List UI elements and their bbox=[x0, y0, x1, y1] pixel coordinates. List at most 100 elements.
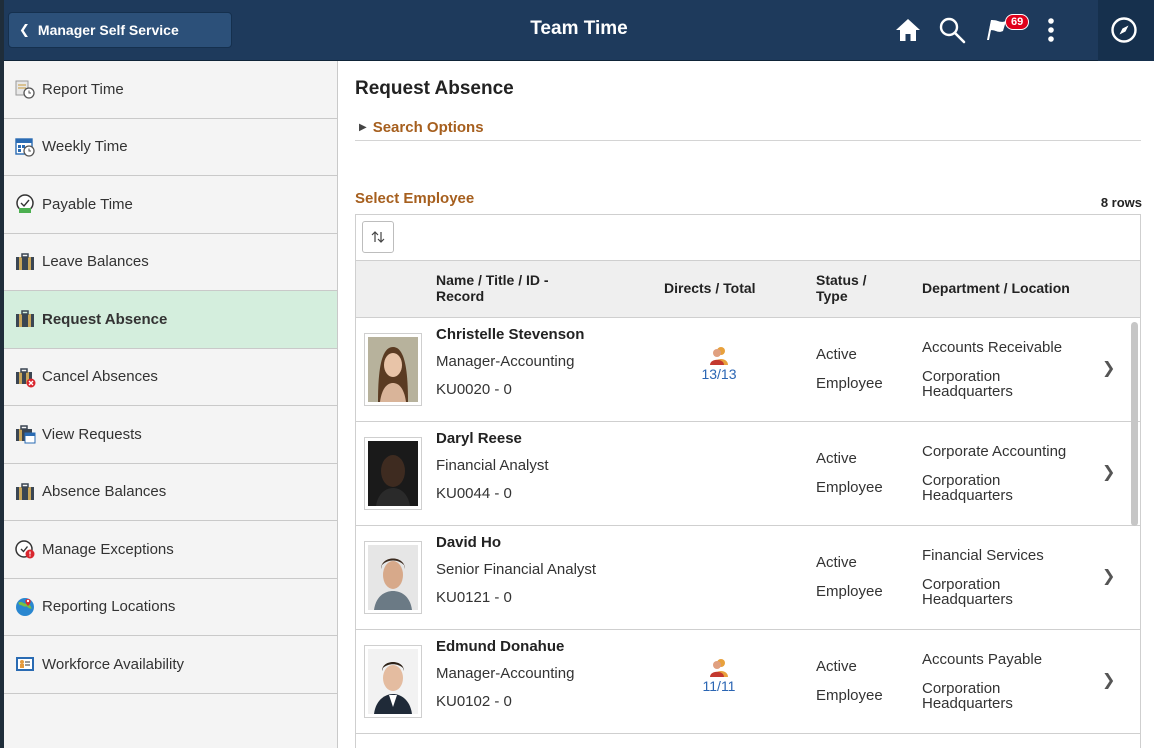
main-content: Request Absence ▶ Search Options Select E… bbox=[339, 61, 1154, 748]
direct-reports-icon bbox=[710, 659, 728, 677]
employee-id: KU0044 - 0 bbox=[436, 485, 512, 502]
employee-type: Employee bbox=[816, 687, 883, 704]
chevron-right-icon[interactable]: ❯ bbox=[1102, 358, 1115, 378]
employee-type: Employee bbox=[816, 375, 883, 392]
table-row[interactable]: Edmund Donahue Manager-Accounting KU0102… bbox=[356, 630, 1140, 734]
table-row[interactable]: David Ho Senior Financial Analyst KU0121… bbox=[356, 526, 1140, 630]
navbar-button[interactable] bbox=[1098, 0, 1154, 61]
triangle-right-icon: ▶ bbox=[359, 122, 367, 133]
exceptions-clock-icon bbox=[15, 540, 35, 559]
chevron-right-icon[interactable]: ❯ bbox=[1102, 462, 1115, 482]
sidebar-item-label: Weekly Time bbox=[42, 138, 128, 156]
employee-location: Corporation Headquarters bbox=[922, 576, 1013, 608]
chevron-right-icon[interactable]: ❯ bbox=[1102, 670, 1115, 690]
directs-total-link[interactable]: 11/11 bbox=[694, 678, 744, 694]
directs-total: 13/13 bbox=[694, 344, 744, 382]
rows-count: 8 rows bbox=[1100, 195, 1142, 210]
employee-id: KU0102 - 0 bbox=[436, 693, 512, 710]
employee-status: Active bbox=[816, 346, 857, 363]
sidebar-item-label: Cancel Absences bbox=[42, 368, 158, 386]
navbar-compass-icon bbox=[1110, 16, 1138, 44]
page-title: Request Absence bbox=[355, 78, 514, 99]
employee-type: Employee bbox=[816, 479, 883, 496]
employee-photo bbox=[364, 333, 422, 406]
section-divider bbox=[355, 140, 1141, 141]
briefcase-icon bbox=[16, 310, 34, 328]
home-icon[interactable] bbox=[894, 16, 922, 44]
left-navigation-panel: Report Time Weekly Time Payable Time Lea… bbox=[4, 61, 338, 748]
sidebar-item-absence-balances[interactable]: Absence Balances bbox=[4, 464, 337, 521]
search-options-label: Search Options bbox=[372, 119, 484, 136]
payable-time-icon bbox=[16, 194, 34, 214]
employee-status: Active bbox=[816, 554, 857, 571]
employee-department: Accounts Payable bbox=[922, 651, 1043, 668]
table-row[interactable]: Christelle Stevenson Manager-Accounting … bbox=[356, 318, 1140, 422]
employee-name: Edmund Donahue bbox=[436, 638, 565, 655]
sidebar-item-leave-balances[interactable]: Leave Balances bbox=[4, 234, 337, 291]
directs-total: 11/11 bbox=[694, 656, 744, 694]
sidebar-item-payable-time[interactable]: Payable Time bbox=[4, 176, 337, 234]
employee-name: Christelle Stevenson bbox=[436, 326, 585, 343]
sidebar-item-report-time[interactable]: Report Time bbox=[4, 61, 337, 119]
table-row[interactable]: Daryl Reese Financial Analyst KU0044 - 0… bbox=[356, 422, 1140, 526]
grid-header: Name / Title / ID - Record Directs / Tot… bbox=[356, 261, 1140, 318]
employee-title: Senior Financial Analyst bbox=[436, 561, 597, 578]
employee-status: Active bbox=[816, 658, 857, 675]
workforce-availability-icon bbox=[16, 657, 34, 672]
sidebar-item-label: Workforce Availability bbox=[42, 655, 185, 673]
sidebar-item-label: Leave Balances bbox=[42, 253, 149, 271]
employee-location: Corporation Headquarters bbox=[922, 680, 1013, 712]
sidebar-item-reporting-locations[interactable]: Reporting Locations bbox=[4, 579, 337, 636]
briefcase-icon bbox=[16, 483, 34, 500]
search-options-toggle[interactable]: ▶ Search Options bbox=[359, 119, 484, 136]
notification-count-badge: 69 bbox=[1005, 14, 1030, 30]
employee-department: Corporate Accounting bbox=[922, 443, 1067, 460]
sort-arrows-icon bbox=[371, 231, 385, 243]
column-header-department: Department / Location bbox=[922, 280, 1070, 296]
employee-grid: Name / Title / ID - Record Directs / Tot… bbox=[355, 214, 1141, 748]
weekly-calendar-icon bbox=[15, 138, 35, 157]
grid-toolbar bbox=[356, 215, 1140, 261]
sidebar-item-label: Report Time bbox=[42, 80, 124, 98]
employee-title: Manager-Accounting bbox=[436, 353, 575, 370]
employee-type: Employee bbox=[816, 583, 883, 600]
employee-id: KU0020 - 0 bbox=[436, 381, 512, 398]
sidebar-item-workforce-availability[interactable]: Workforce Availability bbox=[4, 636, 337, 694]
sidebar-item-label: Request Absence bbox=[42, 310, 168, 328]
chevron-right-icon[interactable]: ❯ bbox=[1102, 566, 1115, 586]
sidebar-item-manage-exceptions[interactable]: Manage Exceptions bbox=[4, 521, 337, 579]
employee-name: David Ho bbox=[436, 534, 502, 551]
direct-reports-icon bbox=[710, 347, 728, 365]
sidebar-item-weekly-time[interactable]: Weekly Time bbox=[4, 119, 337, 176]
employee-department: Financial Services bbox=[922, 547, 1044, 564]
directs-total-link[interactable]: 13/13 bbox=[694, 366, 744, 382]
employee-location: Corporation Headquarters bbox=[922, 368, 1013, 400]
sidebar-item-view-requests[interactable]: View Requests bbox=[4, 406, 337, 464]
globe-pin-icon bbox=[16, 597, 34, 616]
grid-scrollbar[interactable] bbox=[1131, 322, 1138, 526]
top-banner: ❮ Manager Self Service Team Time 69 bbox=[4, 0, 1154, 61]
sort-button[interactable] bbox=[362, 221, 394, 253]
sidebar-item-request-absence[interactable]: Request Absence bbox=[4, 291, 337, 349]
search-icon[interactable] bbox=[938, 16, 966, 44]
employee-name: Daryl Reese bbox=[436, 430, 522, 447]
employee-title: Financial Analyst bbox=[436, 457, 549, 474]
grid-title: Select Employee bbox=[355, 190, 475, 207]
column-header-name: Name / Title / ID - Record bbox=[436, 272, 549, 304]
report-time-icon bbox=[15, 80, 35, 99]
more-actions-icon[interactable] bbox=[1037, 16, 1065, 44]
employee-location: Corporation Headquarters bbox=[922, 472, 1013, 504]
employee-title: Manager-Accounting bbox=[436, 665, 575, 682]
briefcase-calendar-icon bbox=[16, 425, 36, 444]
sidebar-item-cancel-absences[interactable]: Cancel Absences bbox=[4, 349, 337, 406]
sidebar-item-label: Reporting Locations bbox=[42, 598, 176, 616]
employee-photo bbox=[364, 645, 422, 718]
employee-photo bbox=[364, 437, 422, 510]
column-header-directs: Directs / Total bbox=[664, 280, 756, 296]
sidebar-item-label: Manage Exceptions bbox=[42, 540, 174, 558]
employee-id: KU0121 - 0 bbox=[436, 589, 512, 606]
briefcase-cancel-icon bbox=[16, 368, 36, 388]
back-button[interactable]: ❮ Manager Self Service bbox=[8, 12, 232, 48]
chevron-left-icon: ❮ bbox=[19, 22, 30, 37]
sidebar-item-label: Payable Time bbox=[42, 195, 133, 213]
